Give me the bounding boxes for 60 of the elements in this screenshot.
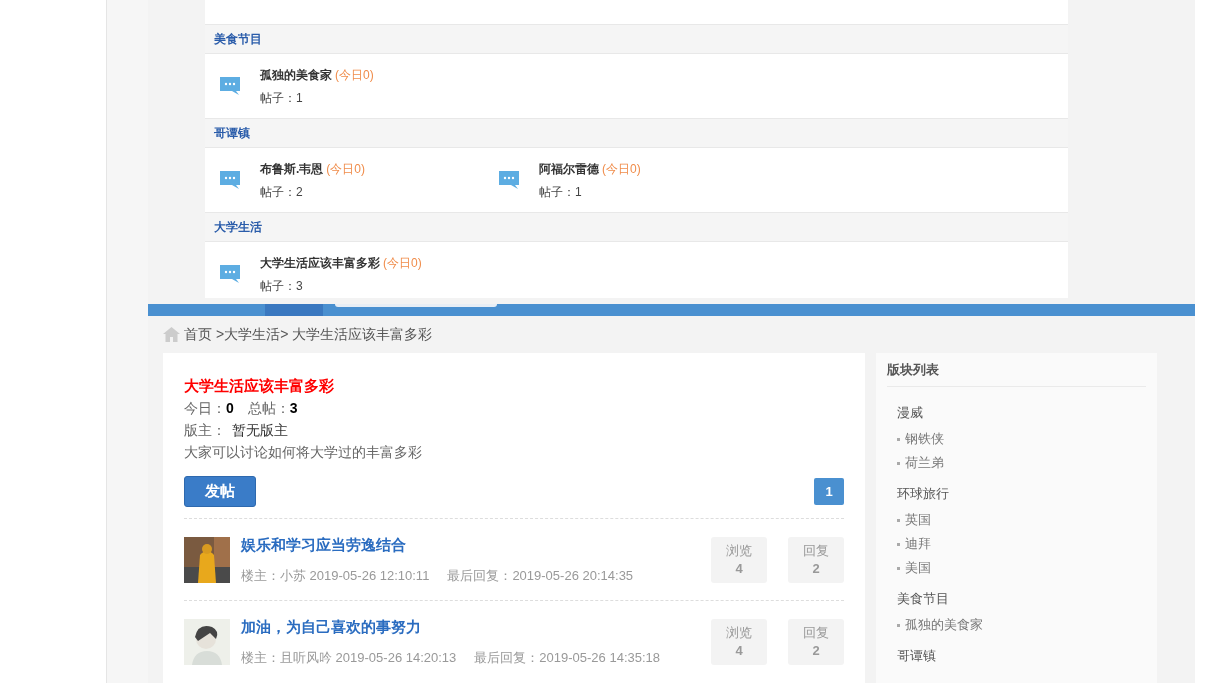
sidebar-group[interactable]: 美食节目 <box>897 587 1146 611</box>
chat-bubble-icon <box>218 169 242 191</box>
home-icon <box>163 327 180 342</box>
forum-name[interactable]: 布鲁斯.韦恩 <box>260 159 324 178</box>
sidebar-item[interactable]: 荷兰弟 <box>905 453 944 473</box>
today-count: (今日0) <box>383 254 422 272</box>
bullet-icon <box>897 566 900 570</box>
breadcrumb-current: 大学生活应该丰富多彩 <box>292 325 433 344</box>
breadcrumb-link[interactable]: >大学生活> <box>216 324 289 345</box>
thread-author: 楼主：且听风吟 2019-05-26 14:20:13 <box>241 648 457 667</box>
section-title[interactable]: 哥谭镇 <box>214 124 250 142</box>
chat-bubble-icon <box>218 263 242 285</box>
bullet-icon <box>897 623 900 627</box>
post-count: 帖子：1 <box>260 89 304 107</box>
post-button[interactable]: 发帖 <box>184 476 256 507</box>
breadcrumb-link[interactable]: 首页 <box>184 324 212 345</box>
forum-name[interactable]: 大学生活应该丰富多彩 <box>260 253 380 272</box>
board-description: 大家可以讨论如何将大学过的丰富多彩 <box>184 443 423 462</box>
board-title: 大学生活应该丰富多彩 <box>184 376 335 396</box>
section-title[interactable]: 大学生活 <box>214 218 262 236</box>
last-reply: 最后回复：2019-05-26 20:14:35 <box>447 566 634 585</box>
reply-count: 回复 2 <box>788 618 844 665</box>
bullet-icon <box>897 461 900 465</box>
sidebar-item[interactable]: 迪拜 <box>905 534 931 554</box>
thread-title[interactable]: 娱乐和学习应当劳逸结合 <box>241 534 700 557</box>
post-count: 帖子：2 <box>260 183 304 201</box>
sidebar-item[interactable]: 美国 <box>905 558 931 578</box>
forum-name[interactable]: 孤独的美食家 <box>260 65 332 84</box>
chat-bubble-icon <box>218 75 242 97</box>
thread-author: 楼主：小苏 2019-05-26 12:10:11 <box>241 566 430 585</box>
bullet-icon <box>897 542 900 546</box>
sidebar-group[interactable]: 哥谭镇 <box>897 644 1146 668</box>
sidebar-title: 版块列表 <box>887 360 939 379</box>
reply-count: 回复 2 <box>788 536 844 583</box>
post-count: 帖子：3 <box>260 277 304 295</box>
total-label: 总帖： <box>247 399 290 418</box>
forum-name[interactable]: 阿福尔雷德 <box>539 159 599 178</box>
sidebar-group[interactable]: 漫威 <box>897 401 1146 425</box>
section-title[interactable]: 美食节目 <box>214 30 262 48</box>
today-count: (今日0) <box>326 160 365 178</box>
total-value: 3 <box>289 399 298 418</box>
thread-title[interactable]: 加油，为自己喜欢的事努力 <box>241 616 700 639</box>
today-count: (今日0) <box>602 160 641 178</box>
sidebar-item[interactable]: 英国 <box>905 510 931 530</box>
sidebar-group[interactable]: 环球旅行 <box>897 482 1146 506</box>
today-label: 今日： <box>184 399 226 418</box>
view-count: 浏览 4 <box>711 618 767 665</box>
bullet-icon <box>897 437 900 441</box>
page-button[interactable]: 1 <box>814 478 844 505</box>
post-count: 帖子：1 <box>539 183 583 201</box>
chat-bubble-icon <box>497 169 521 191</box>
moderator-value: 暂无版主 <box>232 421 288 440</box>
moderator-label: 版主： <box>184 421 226 440</box>
sidebar-item[interactable]: 钢铁侠 <box>905 429 944 449</box>
today-value: 0 <box>226 399 234 418</box>
sidebar-item[interactable]: 孤独的美食家 <box>905 615 983 635</box>
bullet-icon <box>897 518 900 522</box>
last-reply: 最后回复：2019-05-26 14:35:18 <box>474 648 661 667</box>
view-count: 浏览 4 <box>711 536 767 583</box>
today-count: (今日0) <box>335 66 374 84</box>
